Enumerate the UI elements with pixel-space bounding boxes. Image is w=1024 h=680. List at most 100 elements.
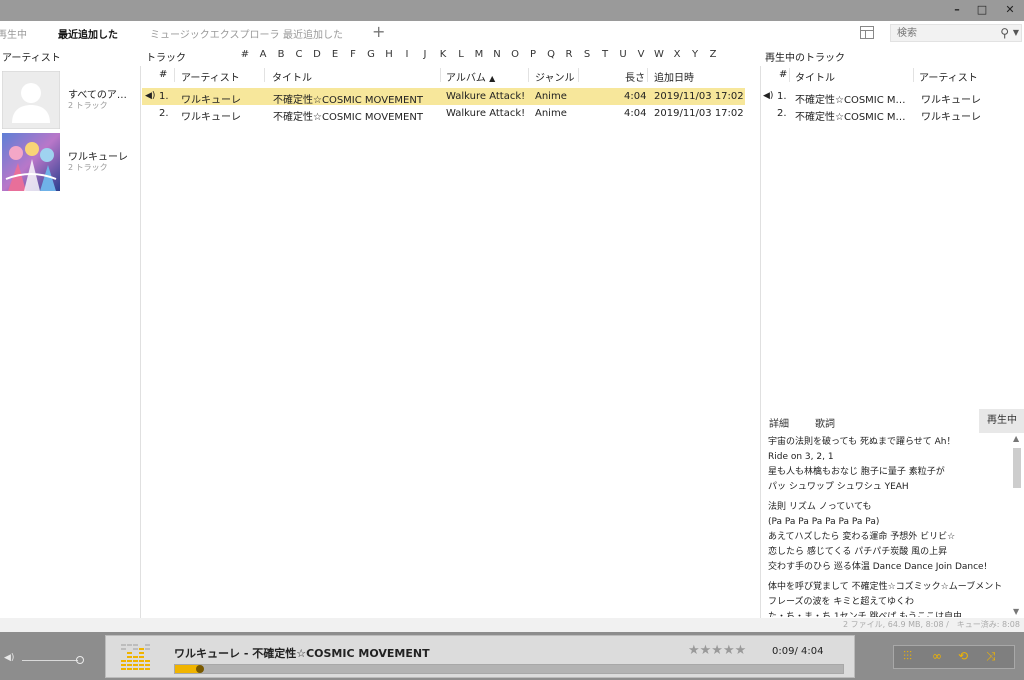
layout-icon[interactable] (860, 26, 874, 39)
volume-icon[interactable]: ◀) (4, 653, 14, 663)
alpha-filter-s[interactable]: S (578, 49, 596, 60)
column-divider (913, 68, 914, 82)
tab-recently-added-2[interactable]: 最近追加した (283, 26, 343, 41)
alpha-filter-b[interactable]: B (272, 49, 290, 60)
alpha-filter-p[interactable]: P (524, 49, 542, 60)
table-row[interactable]: ◀) 1. ワルキューレ 不確定性☆COSMIC MOVEMENT Walkur… (142, 88, 745, 106)
now-playing-speaker-icon: ◀) (145, 91, 156, 101)
alpha-filter-d[interactable]: D (308, 49, 326, 60)
tab-now-playing[interactable]: 再生中 (0, 26, 27, 41)
lyric-line: 星も人も林檎もおなじ 胞子に量子 素粒子が (768, 467, 945, 477)
lyric-line: (Pa Pa Pa Pa Pa Pa Pa Pa) (768, 517, 880, 527)
scrollbar-thumb[interactable] (1013, 448, 1021, 488)
volume-knob[interactable] (76, 656, 84, 664)
alpha-filter-o[interactable]: O (506, 49, 524, 60)
alpha-filter-a[interactable]: A (254, 49, 272, 60)
lyric-line: 法則 リズム ノっていても (768, 502, 872, 512)
repeat-icon[interactable]: ⟲ (958, 649, 968, 663)
lyric-line: 体中を呼び覚まして 不確定性☆コズミック☆ムーブメント (768, 582, 1003, 592)
alpha-filter-i[interactable]: I (398, 49, 416, 60)
equalizer-icon[interactable]: ⫶⫶⫶ (903, 649, 912, 664)
maximize-button[interactable]: □ (970, 0, 994, 21)
alpha-filter-c[interactable]: C (290, 49, 308, 60)
alpha-filter-n[interactable]: N (488, 49, 506, 60)
add-tab-button[interactable]: + (372, 22, 385, 41)
alpha-filter-v[interactable]: V (632, 49, 650, 60)
alpha-filter-hash[interactable]: # (236, 49, 254, 60)
tab-now-playing-info[interactable]: 再生中 (979, 409, 1024, 433)
alpha-filter-h[interactable]: H (380, 49, 398, 60)
search-input[interactable] (897, 26, 987, 40)
volume-slider[interactable] (22, 660, 78, 661)
alpha-filter-j[interactable]: J (416, 49, 434, 60)
alpha-filter-f[interactable]: F (344, 49, 362, 60)
queue-artist: ワルキューレ (921, 95, 981, 106)
queue-num: 2. (777, 108, 787, 119)
lyrics-scrollbar[interactable]: ▲ ▼ (1011, 434, 1023, 616)
shuffle-icon[interactable]: ⤨ (986, 649, 996, 664)
equalizer-visual-icon (121, 644, 150, 670)
track-num: 1. (159, 91, 169, 102)
queue-row[interactable]: 2. 不確定性☆COSMIC M… ワルキューレ (761, 105, 1024, 123)
alpha-filter-t[interactable]: T (596, 49, 614, 60)
tab-details[interactable]: 詳細 (769, 415, 789, 430)
now-playing-panel: ワルキューレ - 不確定性☆COSMIC MOVEMENT ★★★★★ 0:09… (105, 635, 855, 678)
alpha-filter-r[interactable]: R (560, 49, 578, 60)
artist-pane-header: アーティスト (2, 53, 61, 64)
artist-track-count: 2 トラック (68, 101, 108, 110)
sort-ascending-icon: ▲ (489, 74, 496, 83)
column-header-genre[interactable]: ジャンル (535, 69, 575, 84)
alpha-filter-q[interactable]: Q (542, 49, 560, 60)
table-row[interactable]: 2. ワルキューレ 不確定性☆COSMIC MOVEMENT Walkure A… (142, 105, 745, 123)
seek-bar[interactable] (174, 664, 844, 674)
track-artist: ワルキューレ (181, 95, 241, 106)
status-bar: 2 ファイル, 64.9 MB, 8:08 / キュー済み: 8:08 (0, 618, 1024, 632)
tab-lyrics[interactable]: 歌詞 (815, 415, 835, 430)
queue-column-title[interactable]: タイトル (795, 69, 835, 84)
column-header-title[interactable]: タイトル (272, 69, 312, 84)
alpha-filter-x[interactable]: X (668, 49, 686, 60)
info-tabs: 詳細 歌詞 再生中 (761, 408, 1024, 434)
alpha-filter-w[interactable]: W (650, 49, 668, 60)
artist-name: ワルキューレ (68, 152, 128, 163)
title-bar: – □ ✕ (0, 0, 1024, 21)
queue-row[interactable]: ◀) 1. 不確定性☆COSMIC M… ワルキューレ (761, 88, 1024, 106)
search-icon[interactable]: ⚲ (1000, 26, 1009, 40)
column-divider (528, 68, 529, 82)
column-divider (789, 68, 790, 82)
column-header-length[interactable]: 長さ (625, 69, 645, 84)
alpha-filter-y[interactable]: Y (686, 49, 704, 60)
queue-column-artist[interactable]: アーティスト (919, 69, 978, 84)
alpha-filter-e[interactable]: E (326, 49, 344, 60)
column-header-num[interactable]: # (159, 69, 167, 80)
seek-knob[interactable] (196, 665, 204, 673)
rating-stars[interactable]: ★★★★★ (688, 643, 746, 658)
close-button[interactable]: ✕ (998, 0, 1022, 21)
lyric-line: あえてハズしたら 変わる運命 予想外 ビリビ☆ (768, 532, 956, 542)
tab-music-explorer[interactable]: ミュージックエクスプローラ (150, 26, 280, 41)
scroll-up-icon[interactable]: ▲ (1013, 434, 1019, 443)
alpha-filter-u[interactable]: U (614, 49, 632, 60)
column-header-artist[interactable]: アーティスト (181, 69, 240, 84)
chevron-down-icon[interactable]: ▼ (1013, 28, 1019, 37)
alpha-filter-g[interactable]: G (362, 49, 380, 60)
alpha-filter-m[interactable]: M (470, 49, 488, 60)
track-list: # アーティスト タイトル アルバム ▲ ジャンル 長さ 追加日時 ◀) 1. … (142, 66, 760, 618)
search-box[interactable]: ⚲ ▼ (890, 24, 1022, 42)
artist-track-count: 2 トラック (68, 163, 108, 172)
crossfade-icon[interactable]: ∞ (932, 649, 942, 663)
alpha-filter-k[interactable]: K (434, 49, 452, 60)
lyric-line: た・ち・ま・ち 1センチ 跳べば もうここは自由 (768, 612, 963, 617)
column-header-album[interactable]: アルバム ▲ (446, 69, 495, 84)
now-playing-speaker-icon: ◀) (763, 91, 774, 101)
alpha-filter-z[interactable]: Z (704, 49, 722, 60)
minimize-button[interactable]: – (945, 0, 969, 21)
tab-recently-added[interactable]: 最近追加した (58, 26, 118, 41)
artist-item-all[interactable]: すべてのア… 2 トラック (0, 69, 141, 131)
queue-num: 1. (777, 91, 787, 102)
artist-item-walkure[interactable]: ワルキューレ 2 トラック (0, 131, 141, 193)
column-header-added[interactable]: 追加日時 (654, 69, 694, 84)
scroll-down-icon[interactable]: ▼ (1013, 607, 1019, 616)
alpha-filter-l[interactable]: L (452, 49, 470, 60)
queue-column-num[interactable]: # (779, 69, 787, 80)
